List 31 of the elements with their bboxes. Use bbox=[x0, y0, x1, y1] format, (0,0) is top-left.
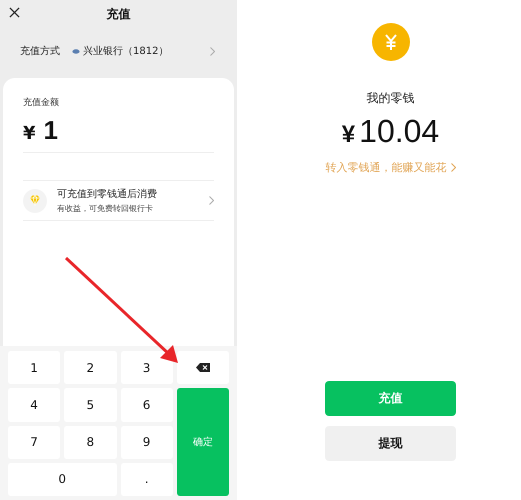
number-key[interactable]: 7 bbox=[8, 426, 60, 459]
wallet-title: 我的零钱 bbox=[366, 90, 414, 107]
number-key[interactable]: 1 bbox=[8, 351, 60, 384]
page-title: 充值 bbox=[106, 6, 130, 22]
promo-row[interactable]: 可充值到零钱通后消费 有收益，可免费转回银行卡 bbox=[23, 181, 214, 221]
delete-key[interactable] bbox=[176, 351, 229, 384]
amount-field[interactable]: ¥ 1 bbox=[23, 115, 214, 153]
close-icon[interactable] bbox=[9, 7, 20, 18]
bank-name: 兴业银行（1812） bbox=[83, 44, 170, 58]
withdraw-button[interactable]: 提现 bbox=[325, 426, 456, 461]
number-key[interactable]: 4 bbox=[8, 388, 60, 422]
promo-title: 可充值到零钱通后消费 bbox=[57, 188, 158, 201]
chevron-icon bbox=[450, 163, 456, 172]
backspace-icon bbox=[196, 363, 210, 372]
chevron-icon bbox=[210, 46, 215, 56]
payment-method-row[interactable]: 充值方式 兴业银行（1812） bbox=[0, 28, 237, 74]
promo-subtitle: 有收益，可免费转回银行卡 bbox=[57, 203, 154, 214]
number-key[interactable]: 6 bbox=[120, 388, 173, 422]
number-key[interactable]: 0 bbox=[8, 462, 116, 496]
method-label: 充值方式 bbox=[20, 44, 60, 58]
yen-coin-icon bbox=[372, 23, 410, 61]
number-key[interactable]: 8 bbox=[64, 426, 116, 459]
chevron-icon bbox=[209, 196, 214, 205]
number-key[interactable]: . bbox=[120, 462, 173, 496]
number-key[interactable]: 3 bbox=[120, 351, 173, 384]
number-key[interactable]: 9 bbox=[120, 426, 173, 459]
bank-icon bbox=[72, 48, 80, 54]
balance-amount: ¥10.04 bbox=[342, 113, 440, 150]
number-key[interactable]: 5 bbox=[64, 388, 116, 422]
amount-label: 充值金额 bbox=[23, 96, 60, 109]
number-key[interactable]: 2 bbox=[64, 351, 116, 384]
